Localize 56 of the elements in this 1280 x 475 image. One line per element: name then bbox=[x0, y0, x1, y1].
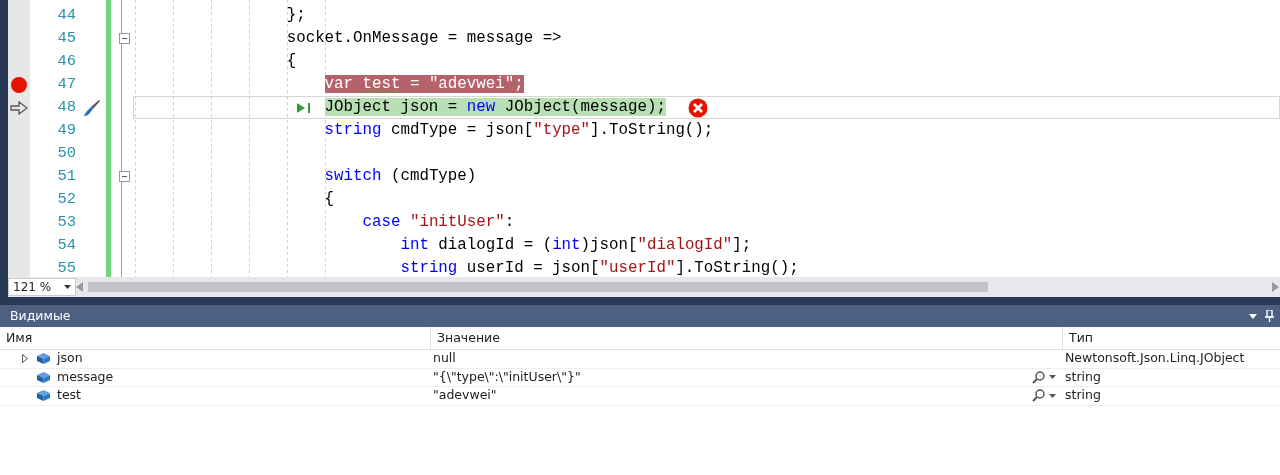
column-header[interactable]: Значение bbox=[430, 327, 1062, 350]
variable-value: "adevwei" bbox=[433, 386, 497, 405]
code-line: int dialogId = (int)json["dialogId"]; bbox=[399, 235, 752, 256]
variable-name: message bbox=[57, 367, 114, 386]
line-number: 53 bbox=[57, 211, 76, 233]
column-header[interactable]: Тип bbox=[1062, 327, 1280, 350]
line-number: 45 bbox=[57, 27, 76, 49]
visualizer-button[interactable] bbox=[1032, 370, 1056, 384]
type-cell: string bbox=[1062, 387, 1280, 406]
line-number: 54 bbox=[57, 234, 76, 256]
code-line: }; bbox=[285, 5, 306, 26]
caret-icon bbox=[1049, 393, 1056, 398]
caret-icon bbox=[64, 285, 71, 289]
code-line: string userId = json["userId"].ToString(); bbox=[399, 258, 799, 277]
collapse-icon[interactable] bbox=[119, 171, 130, 182]
visualizer-button[interactable] bbox=[1032, 389, 1056, 403]
breakpoint-icon[interactable] bbox=[11, 76, 27, 93]
code-line: case "initUser": bbox=[361, 212, 515, 233]
breakpoint-margin[interactable] bbox=[8, 0, 30, 277]
collapse-icon[interactable] bbox=[119, 33, 130, 44]
line-number: 52 bbox=[57, 188, 76, 210]
run-to-click-icon[interactable] bbox=[296, 102, 312, 114]
brush-icon[interactable] bbox=[83, 98, 101, 117]
column-header[interactable]: Имя bbox=[0, 327, 430, 350]
line-number: 47 bbox=[57, 73, 76, 95]
code-line: string cmdType = json["type"].ToString(); bbox=[323, 120, 714, 141]
line-number: 44 bbox=[57, 4, 76, 26]
line-number: 55 bbox=[57, 257, 76, 277]
code-line: { bbox=[285, 51, 297, 72]
search-icon bbox=[1032, 389, 1045, 403]
field-icon bbox=[37, 353, 50, 365]
line-number: 48 bbox=[57, 96, 76, 118]
variable-value: null bbox=[433, 349, 456, 368]
code-line: { bbox=[323, 189, 335, 210]
scrollbar-thumb[interactable] bbox=[88, 282, 988, 292]
panel-title: Видимые bbox=[10, 306, 71, 325]
variable-name: json bbox=[57, 349, 83, 368]
line-number: 50 bbox=[57, 142, 76, 164]
type-cell: Newtonsoft.Json.Linq.JObject bbox=[1062, 350, 1280, 369]
line-number: 49 bbox=[57, 119, 76, 141]
expand-icon[interactable] bbox=[22, 354, 28, 364]
dropdown-icon[interactable] bbox=[1249, 313, 1257, 319]
type-cell: string bbox=[1062, 368, 1280, 387]
code-line: socket.OnMessage = message => bbox=[285, 28, 562, 49]
field-icon bbox=[37, 390, 50, 402]
zoom-dropdown[interactable]: 121 % bbox=[8, 278, 76, 296]
code-editor[interactable] bbox=[133, 0, 1280, 277]
caret-icon bbox=[1049, 375, 1056, 380]
field-icon bbox=[37, 371, 50, 383]
pin-icon[interactable] bbox=[1265, 310, 1274, 322]
variable-name: test bbox=[57, 386, 81, 405]
line-number: 51 bbox=[57, 165, 76, 187]
code-line: switch (cmdType) bbox=[323, 166, 477, 187]
line-number: 46 bbox=[57, 50, 76, 72]
variable-value: "{\"type\":\"initUser\"}" bbox=[433, 367, 581, 386]
search-icon bbox=[1032, 370, 1045, 384]
